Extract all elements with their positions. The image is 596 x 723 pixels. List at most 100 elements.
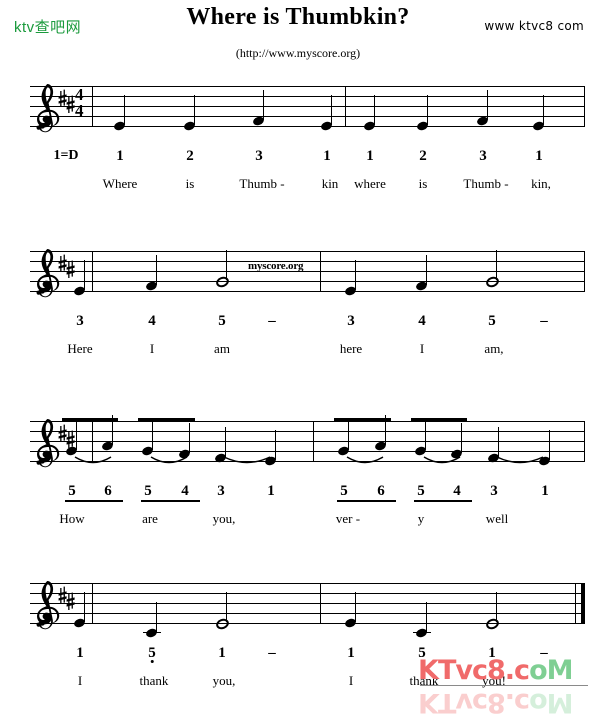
ktvc8-watermark-reflection: KTvc8.coM bbox=[418, 687, 573, 718]
jianpu-number: 4 bbox=[181, 483, 189, 499]
jianpu-number: – bbox=[268, 645, 276, 661]
staff-line bbox=[30, 291, 585, 292]
lyric-syllable: here bbox=[339, 341, 363, 356]
note-stem bbox=[496, 250, 497, 280]
jianpu-number: 1 bbox=[116, 148, 124, 164]
staff-line bbox=[30, 431, 585, 432]
note-stem bbox=[426, 602, 427, 632]
jianpu-number: 3 bbox=[76, 313, 84, 329]
barline bbox=[313, 421, 314, 461]
staff-line bbox=[30, 281, 585, 282]
jianpu-number: 4 bbox=[148, 313, 156, 329]
staff-line bbox=[30, 261, 585, 262]
beam bbox=[411, 418, 467, 422]
staff-line bbox=[30, 116, 585, 117]
staff-line bbox=[30, 106, 585, 107]
sheet-music-page: ktv查吧网 www ktvc8 com Where is Thumbkin? … bbox=[0, 0, 596, 723]
note-stem bbox=[225, 426, 226, 457]
jianpu-number: 6 bbox=[104, 483, 112, 499]
jianpu-eighth-underline bbox=[337, 500, 396, 502]
staff-line bbox=[30, 271, 585, 272]
note-stem bbox=[156, 602, 157, 632]
lyric-row: How are you, ver - y well bbox=[0, 511, 596, 531]
jianpu-number: 2 bbox=[186, 148, 194, 164]
note-stem bbox=[189, 423, 190, 453]
notehead bbox=[484, 617, 501, 631]
ktvc8-watermark-main: KTvc8.coM bbox=[418, 655, 573, 686]
final-barline-thick bbox=[581, 583, 585, 624]
jianpu-number: 1 bbox=[76, 645, 84, 661]
staff-line bbox=[30, 441, 585, 442]
jianpu-number: 1 bbox=[366, 148, 374, 164]
note-stem bbox=[156, 255, 157, 285]
notehead bbox=[214, 275, 231, 289]
lyric-syllable: I bbox=[348, 673, 354, 688]
lyric-syllable: Thumb - bbox=[239, 176, 285, 191]
barline bbox=[320, 583, 321, 623]
note-stem bbox=[374, 95, 375, 125]
note-stem bbox=[84, 260, 85, 290]
lyric-syllable: I bbox=[419, 341, 425, 356]
lyric-row: Where is Thumb - kin where is Thumb - kin, bbox=[0, 176, 596, 196]
note-stem bbox=[226, 592, 227, 622]
lyric-row: Here Iam here Iam, bbox=[0, 341, 596, 361]
jianpu-number: 1 bbox=[267, 483, 275, 499]
note-stem bbox=[84, 592, 85, 622]
note-stem bbox=[152, 420, 153, 450]
barline bbox=[584, 421, 585, 461]
slur bbox=[346, 455, 384, 473]
lyric-syllable: Where bbox=[102, 176, 138, 191]
note-stem bbox=[427, 95, 428, 125]
note-stem bbox=[263, 90, 264, 120]
octave-dot-low bbox=[150, 660, 154, 663]
lyric-syllable: thank bbox=[139, 673, 169, 688]
barline bbox=[92, 86, 93, 126]
jianpu-number: 5 bbox=[488, 313, 496, 329]
jianpu-number: 5 bbox=[68, 483, 76, 499]
slur bbox=[496, 455, 544, 473]
jianpu-number: 1 bbox=[535, 148, 543, 164]
key-signature-sharps bbox=[58, 88, 76, 127]
jianpu-number: 3 bbox=[347, 313, 355, 329]
jianpu-number: – bbox=[540, 313, 548, 329]
jianpu-eighth-underline bbox=[414, 500, 472, 502]
slur bbox=[223, 455, 271, 473]
jianpu-number: 4 bbox=[453, 483, 461, 499]
beam bbox=[334, 418, 391, 422]
beam bbox=[62, 418, 118, 422]
notehead bbox=[214, 617, 231, 631]
note-stem bbox=[331, 95, 332, 125]
lyric-syllable: y bbox=[417, 511, 425, 526]
jianpu-number: 5 bbox=[340, 483, 348, 499]
barline bbox=[320, 251, 321, 291]
staff-line bbox=[30, 86, 585, 87]
beam bbox=[138, 418, 195, 422]
lyric-syllable: Thumb - bbox=[463, 176, 509, 191]
staff-lines bbox=[0, 581, 596, 639]
slur bbox=[423, 455, 461, 473]
lyric-syllable: am bbox=[214, 341, 230, 356]
lyric-syllable: I bbox=[77, 673, 83, 688]
jianpu-number: 3 bbox=[255, 148, 263, 164]
treble-clef-icon bbox=[34, 82, 60, 139]
note-stem bbox=[543, 95, 544, 125]
jianpu-number: 3 bbox=[479, 148, 487, 164]
treble-clef-icon bbox=[34, 417, 60, 474]
jianpu-number: 1 bbox=[323, 148, 331, 164]
ktvc8-watermark-rule bbox=[420, 685, 588, 686]
jianpu-number: – bbox=[268, 313, 276, 329]
lyric-syllable: you, bbox=[212, 673, 236, 688]
myscore-watermark: myscore.org bbox=[248, 260, 304, 272]
note-stem bbox=[487, 90, 488, 120]
staff-line bbox=[30, 603, 585, 604]
jianpu-eighth-underline bbox=[141, 500, 200, 502]
ledger-line bbox=[413, 632, 431, 633]
treble-clef-icon bbox=[34, 579, 60, 636]
lyric-syllable: How bbox=[59, 511, 85, 526]
staff-line bbox=[30, 251, 585, 252]
barline bbox=[92, 251, 93, 291]
note-stem bbox=[76, 420, 77, 450]
lyric-syllable: kin bbox=[321, 176, 339, 191]
jianpu-number: 3 bbox=[490, 483, 498, 499]
time-signature: 44 bbox=[75, 86, 84, 119]
